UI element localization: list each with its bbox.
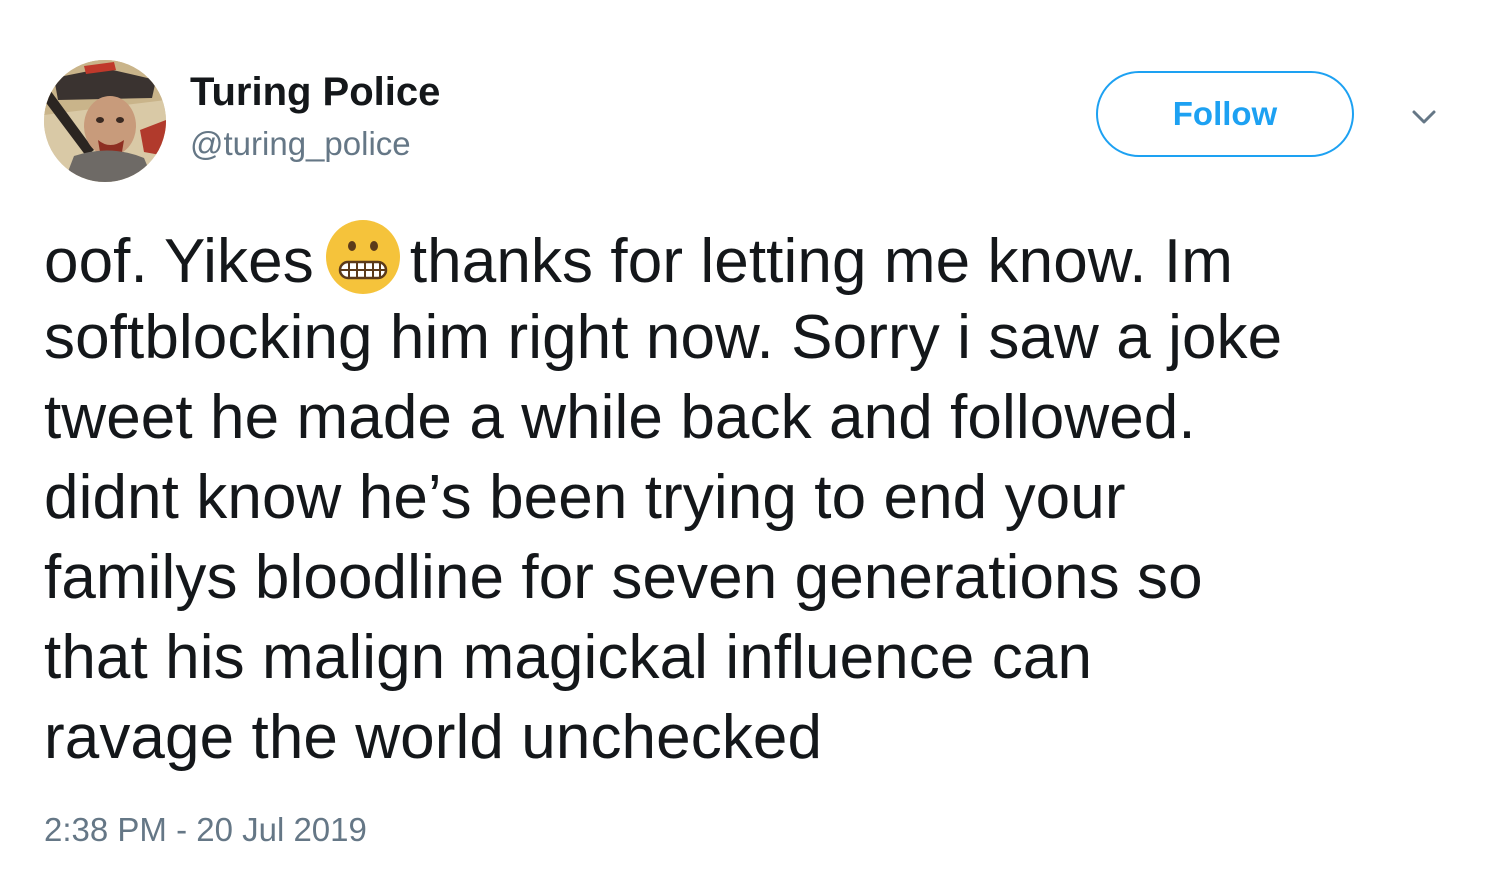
tweet-timestamp[interactable]: 2:38 PM - 20 Jul 2019 [44,810,367,850]
tweet-line: softblocking him right now. Sorry i saw … [44,303,1283,372]
user-handle[interactable]: @turing_police [190,124,411,164]
tweet-text: oof. Yikes thanks for letting me know. I… [44,218,1464,778]
avatar-image [44,60,166,182]
tweet-line: ravage the world unchecked [44,703,823,772]
tweet-line: familys bloodline for seven generations … [44,543,1203,612]
tweet-line: didnt know he’s been trying to end your [44,463,1126,532]
tweet-line: oof. Yikes thanks for letting me know. I… [44,218,1464,298]
tweet-text-segment: thanks for letting me know. Im [409,227,1233,296]
grimacing-face-emoji [324,218,402,296]
tweet-card: Turing Police @turing_police Follow oof.… [0,0,1500,878]
tweet-line: that his malign magickal influence can [44,623,1093,692]
tweet-line: tweet he made a while back and followed. [44,383,1196,452]
chevron-down-icon[interactable] [1404,104,1444,132]
tweet-text-segment: oof. Yikes [44,227,314,296]
profile-avatar[interactable] [44,60,166,182]
display-name[interactable]: Turing Police [190,68,440,116]
follow-button[interactable]: Follow [1096,71,1354,157]
